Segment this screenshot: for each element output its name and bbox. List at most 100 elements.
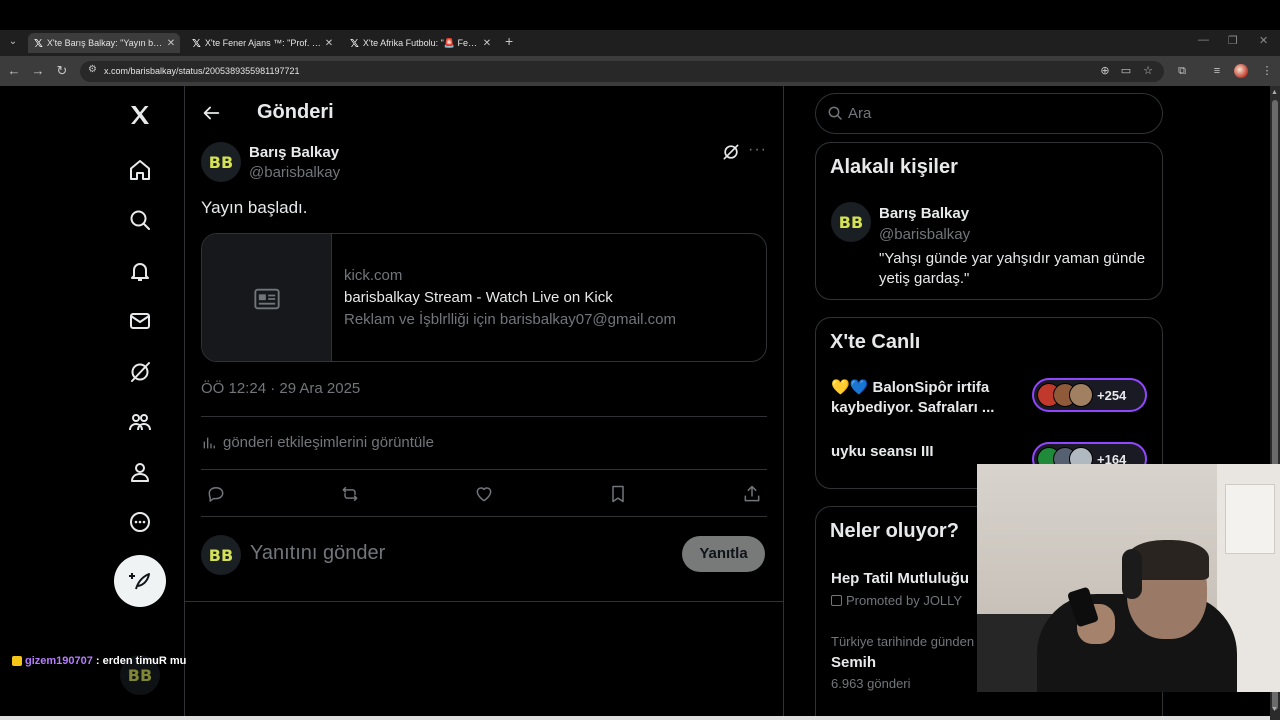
- feather-plus-icon: [129, 573, 150, 590]
- bookmark-star-icon[interactable]: ☆: [1140, 63, 1156, 79]
- repost-icon[interactable]: [338, 482, 362, 506]
- listener-avatar: [1069, 383, 1093, 407]
- restore-icon[interactable]: ❐: [1228, 34, 1238, 47]
- card-title: barisbalkay Stream - Watch Live on Kick: [344, 289, 613, 306]
- divider: [201, 469, 767, 470]
- card-description: Reklam ve İşblrlliği için barisbalkay07@…: [344, 311, 677, 328]
- live-panel-title: X'te Canlı: [830, 331, 921, 353]
- tab-title: X'te Fener Ajans ™: "Prof. Dr. Se: [204, 38, 322, 48]
- browser-tab[interactable]: 𝕏 X'te Afrika Futbolu: "🚨 Fenerb ✕: [344, 33, 496, 53]
- current-user-avatar[interactable]: BB: [201, 535, 241, 575]
- x-logo-icon: 𝕏: [34, 37, 43, 50]
- search-input[interactable]: Ara: [848, 105, 871, 122]
- search-icon: [827, 105, 843, 121]
- x-logo-icon: 𝕏: [350, 37, 359, 50]
- url-text[interactable]: x.com/barisbalkay/status/200538935598119…: [104, 66, 299, 76]
- browser-tab[interactable]: 𝕏 X'te Fener Ajans ™: "Prof. Dr. Se ✕: [186, 33, 338, 53]
- communities-icon[interactable]: [122, 404, 158, 440]
- scroll-down-icon[interactable]: ▼: [1271, 706, 1278, 713]
- site-info-icon[interactable]: ⚙: [88, 64, 97, 75]
- promoted-by: Promoted by JOLLY: [831, 593, 962, 608]
- promoted-by-label: Promoted by JOLLY: [846, 593, 963, 608]
- more-options-icon[interactable]: [122, 504, 158, 540]
- extensions-icon[interactable]: ⧉: [1174, 63, 1190, 79]
- cast-icon[interactable]: ▭: [1118, 63, 1134, 79]
- reply-button[interactable]: Yanıtla: [682, 536, 765, 572]
- chat-text: : erden timuR mu: [95, 655, 187, 667]
- reading-list-icon[interactable]: ≡: [1209, 63, 1225, 79]
- stream-chat-message: gizem190707 : erden timuR mu: [12, 655, 186, 667]
- divider: [201, 416, 767, 417]
- listener-count: +254: [1097, 387, 1127, 403]
- share-icon[interactable]: [740, 482, 764, 506]
- compose-post-button[interactable]: [114, 555, 166, 607]
- bookmark-icon[interactable]: [606, 482, 630, 506]
- analytics-label: gönderi etkileşimlerini görüntüle: [223, 434, 434, 451]
- card-thumbnail: [202, 234, 332, 361]
- author-name[interactable]: Barış Balkay: [249, 144, 339, 161]
- divider: [185, 601, 783, 602]
- live-item-title[interactable]: 💛💙 BalonSipôr irtifa kaybediyor. Safrala…: [831, 378, 1021, 418]
- promoted-trend-name[interactable]: Hep Tatil Mutluluğu: [831, 570, 969, 587]
- trends-title: Neler oluyor?: [830, 520, 959, 542]
- scroll-up-icon[interactable]: ▲: [1271, 89, 1278, 96]
- related-people-title: Alakalı kişiler: [830, 156, 958, 178]
- view-analytics-link[interactable]: gönderi etkileşimlerini görüntüle: [201, 434, 434, 451]
- profile-avatar[interactable]: [1234, 64, 1248, 78]
- messages-envelope-icon[interactable]: [122, 303, 158, 339]
- profile-person-icon[interactable]: [122, 454, 158, 490]
- live-item-title[interactable]: uyku seansı III: [831, 442, 1021, 462]
- article-icon: [253, 288, 280, 309]
- chat-badge-icon: [12, 656, 22, 666]
- tab-title: X'te Afrika Futbolu: "🚨 Fenerb: [362, 37, 480, 48]
- grok-icon[interactable]: [122, 354, 158, 390]
- tweet-timestamp[interactable]: ÖÖ 12:24 · 29 Ara 2025: [201, 380, 360, 397]
- explore-search-icon[interactable]: [122, 202, 158, 238]
- minimize-icon[interactable]: —: [1198, 34, 1209, 46]
- tab-title: X'te Barış Balkay: "Yayın başladı.: [46, 38, 164, 48]
- reply-icon[interactable]: [204, 482, 228, 506]
- back-arrow-icon[interactable]: [200, 102, 222, 124]
- webcam-background: [1225, 484, 1275, 554]
- main-column-border-left: [184, 86, 185, 720]
- webcam-overlay: [977, 464, 1280, 692]
- trend-post-count: 6.963 gönderi: [831, 676, 911, 691]
- more-horizontal-icon[interactable]: ···: [748, 142, 768, 162]
- tab-close-icon[interactable]: ✕: [322, 38, 336, 49]
- related-user-name[interactable]: Barış Balkay: [879, 205, 969, 222]
- related-user-bio: "Yahşı günde yar yahşıdır yaman günde ye…: [879, 250, 1146, 287]
- zoom-icon[interactable]: ⊕: [1097, 63, 1113, 79]
- tab-search-icon[interactable]: ⌄: [4, 33, 22, 51]
- live-listeners-pill[interactable]: +254: [1032, 378, 1147, 412]
- tab-close-icon[interactable]: ✕: [480, 38, 494, 49]
- tab-close-icon[interactable]: ✕: [164, 38, 178, 49]
- link-card[interactable]: kick.com barisbalkay Stream - Watch Live…: [201, 233, 767, 362]
- main-column-border-right: [783, 86, 784, 720]
- author-avatar[interactable]: BB: [201, 142, 241, 182]
- webcam-headset: [1122, 549, 1142, 599]
- home-icon[interactable]: [122, 152, 158, 188]
- browser-tab[interactable]: 𝕏 X'te Barış Balkay: "Yayın başladı. ✕: [28, 33, 180, 53]
- divider: [201, 516, 767, 517]
- x-logo-icon[interactable]: [122, 97, 158, 133]
- close-window-icon[interactable]: ✕: [1259, 34, 1268, 47]
- related-user-handle[interactable]: @barisbalkay: [879, 226, 970, 243]
- author-handle[interactable]: @barisbalkay: [249, 164, 340, 181]
- page-title: Gönderi: [257, 101, 334, 123]
- like-heart-icon[interactable]: [472, 482, 496, 506]
- related-user-avatar[interactable]: BB: [831, 202, 871, 242]
- new-tab-icon[interactable]: +: [505, 33, 513, 49]
- grok-explain-icon[interactable]: [721, 142, 741, 162]
- trend-name[interactable]: Semih: [831, 654, 876, 671]
- browser-menu-icon[interactable]: ⋮: [1259, 63, 1275, 79]
- notifications-bell-icon[interactable]: [122, 253, 158, 289]
- back-icon[interactable]: ←: [5, 62, 23, 80]
- forward-icon[interactable]: →: [29, 62, 47, 80]
- card-domain: kick.com: [344, 267, 403, 284]
- chat-username: gizem190707: [25, 655, 93, 667]
- promoted-icon: [831, 595, 842, 606]
- trend-context: Türkiye tarihinde günden: [831, 634, 975, 649]
- reply-input[interactable]: Yanıtını gönder: [250, 542, 385, 565]
- reload-icon[interactable]: ↻: [53, 62, 71, 80]
- taskbar-edge: [0, 716, 1270, 720]
